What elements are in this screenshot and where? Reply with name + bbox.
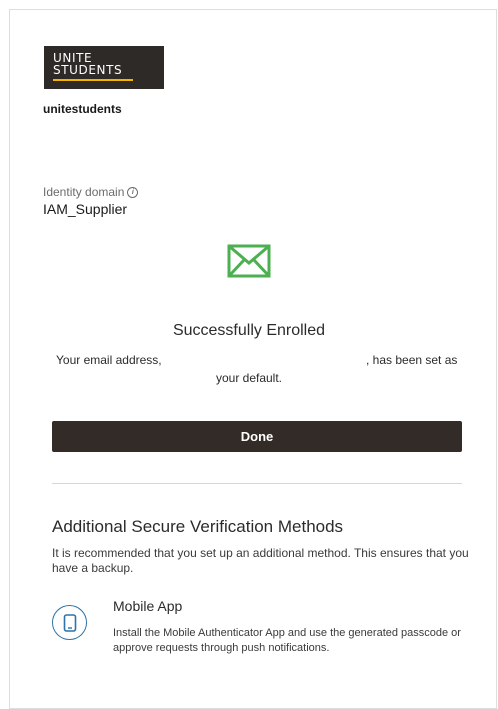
done-button[interactable]: Done xyxy=(52,421,462,452)
identity-domain-label: Identity domain i xyxy=(43,185,139,199)
envelope-icon xyxy=(227,244,271,278)
mobile-phone-glyph xyxy=(63,613,76,632)
section-divider xyxy=(52,483,462,484)
tenant-name: unitestudents xyxy=(43,102,122,116)
additional-methods-title: Additional Secure Verification Methods xyxy=(52,517,344,536)
success-message-start: Your email address, xyxy=(56,353,162,367)
identity-domain-label-text: Identity domain xyxy=(43,185,125,199)
unite-students-logo: UNITE STUDENTS xyxy=(44,46,164,89)
success-message-line2: your default. xyxy=(215,371,283,385)
success-message-end: , has been set as xyxy=(366,353,458,367)
success-title: Successfully Enrolled xyxy=(172,322,326,339)
mobile-phone-icon[interactable] xyxy=(52,605,87,640)
method-description: Install the Mobile Authenticator App and… xyxy=(113,627,461,654)
identity-domain-value: IAM_Supplier xyxy=(43,201,128,217)
additional-methods-description: It is recommended that you set up an add… xyxy=(52,546,469,575)
info-icon[interactable]: i xyxy=(127,186,139,198)
method-mobile-app[interactable]: Mobile App Install the Mobile Authentica… xyxy=(52,596,472,666)
logo-line-2: STUDENTS xyxy=(53,63,123,77)
logo-underline xyxy=(53,79,133,81)
method-name[interactable]: Mobile App xyxy=(113,598,182,614)
